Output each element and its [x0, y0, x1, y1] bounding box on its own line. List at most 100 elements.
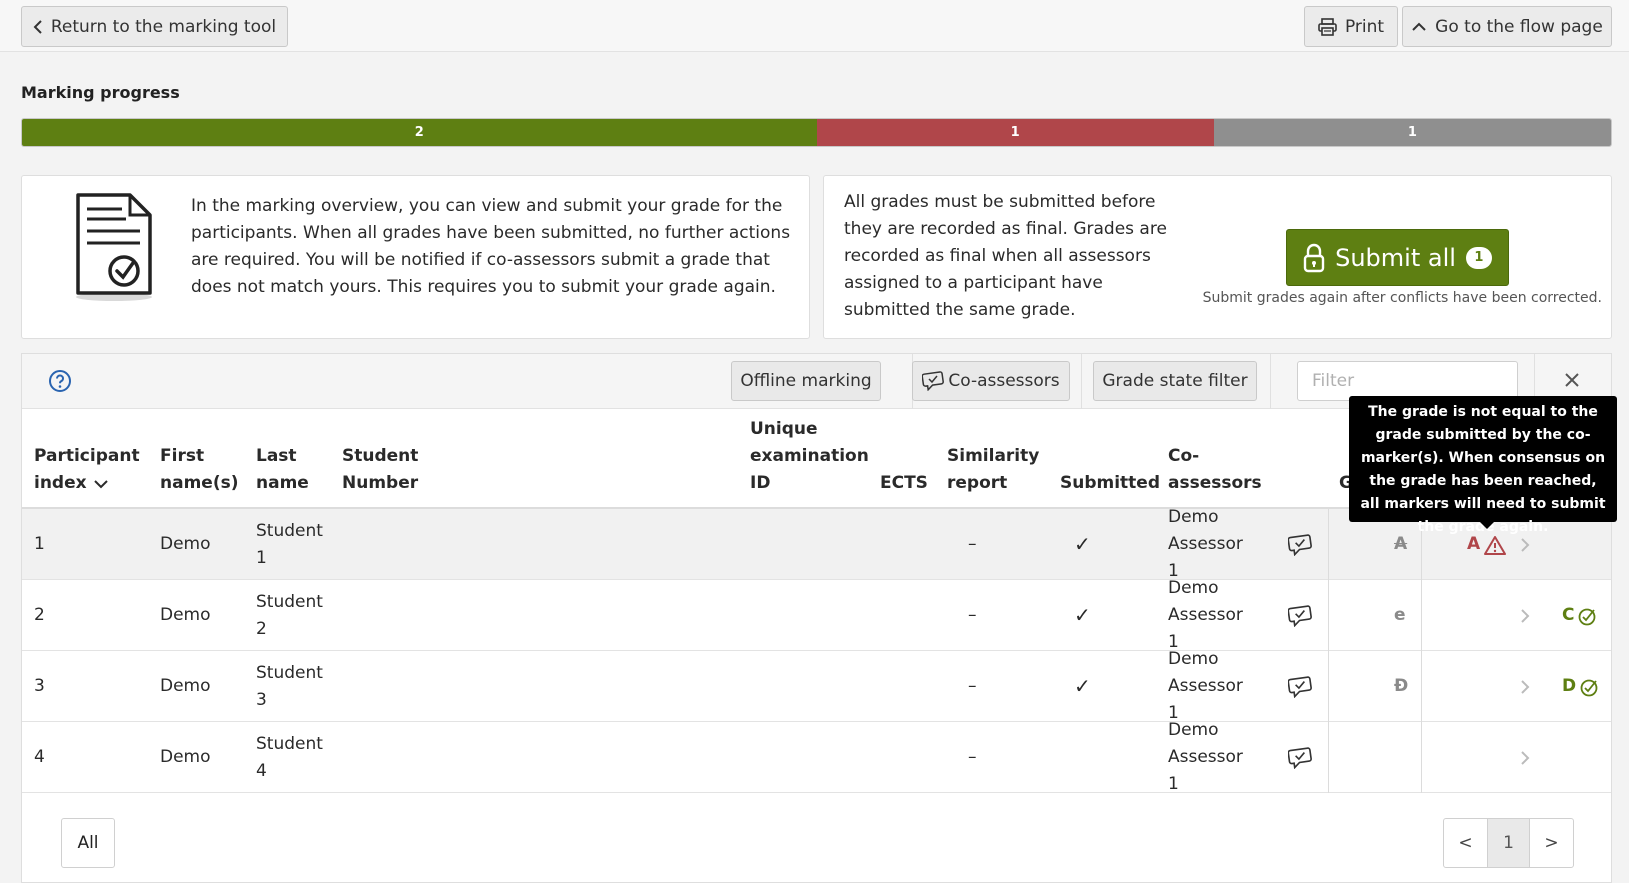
- submit-card: All grades must be submitted before they…: [823, 175, 1612, 339]
- check-circle-icon: [1577, 606, 1597, 626]
- last-name: Student 4: [256, 733, 323, 781]
- close-icon[interactable]: [1563, 371, 1581, 394]
- go-to-flow-page-button[interactable]: Go to the flow page: [1402, 6, 1612, 47]
- co-assessor-name: Demo Assessor 1: [1168, 507, 1243, 581]
- column-divider: [1328, 580, 1329, 651]
- column-header-participant-index[interactable]: Participant index: [34, 409, 154, 507]
- final-grade: C: [1562, 580, 1597, 651]
- next-page-button[interactable]: >: [1530, 819, 1573, 867]
- column-divider: [1421, 722, 1422, 793]
- column-header-unique-examination-id[interactable]: Unique examination ID: [750, 409, 869, 507]
- progress-segment-conflict: 1: [816, 119, 1214, 146]
- final-grade: D: [1562, 651, 1599, 722]
- progress-segment-submitted: 2: [22, 119, 817, 146]
- help-icon[interactable]: [48, 369, 72, 398]
- last-name: Student 2: [256, 591, 323, 639]
- participant-index: 2: [34, 605, 45, 625]
- column-divider: [1328, 651, 1329, 722]
- unlock-icon: [1303, 243, 1325, 273]
- column-header-ects[interactable]: ECTS: [880, 409, 940, 507]
- submit-note: Submit grades again after conflicts have…: [1202, 290, 1602, 306]
- column-divider: [1328, 722, 1329, 793]
- pagination: < 1 >: [1443, 818, 1574, 868]
- comment-check-icon: [922, 371, 945, 391]
- column-header-similarity-report[interactable]: Similarity report: [947, 409, 1047, 507]
- participant-index: 3: [34, 676, 45, 696]
- previous-grade: e: [1394, 605, 1406, 625]
- column-header-last-name[interactable]: Last name: [256, 409, 336, 507]
- column-divider: [1421, 651, 1422, 722]
- table-row[interactable]: 3 Demo Student 3 – ✓ Demo Assessor 1 Đ D: [22, 649, 1611, 723]
- participant-index: 1: [34, 534, 45, 554]
- previous-grade: Đ: [1394, 676, 1409, 696]
- first-name: Demo: [160, 605, 211, 625]
- table-row[interactable]: 4 Demo Student 4 – Demo Assessor 1: [22, 720, 1611, 794]
- print-label: Print: [1344, 16, 1385, 37]
- comment-check-icon[interactable]: [1288, 722, 1312, 793]
- participant-index: 4: [34, 747, 45, 767]
- offline-marking-label: Offline marking: [740, 371, 872, 391]
- info-card: In the marking overview, you can view an…: [21, 175, 810, 339]
- document-check-icon: [74, 191, 154, 308]
- previous-page-button[interactable]: <: [1444, 819, 1487, 867]
- comment-check-icon[interactable]: [1288, 580, 1312, 651]
- submit-count-badge: 1: [1465, 246, 1492, 269]
- column-header-co-assessors[interactable]: Co-assessors: [1168, 409, 1268, 507]
- chevron-right-icon[interactable]: [1520, 651, 1530, 722]
- submit-explanation-text: All grades must be submitted before they…: [844, 192, 1167, 320]
- top-bar: Return to the marking tool Print Go to t…: [0, 0, 1629, 52]
- chevron-down-icon: [94, 480, 108, 489]
- first-name: Demo: [160, 534, 211, 554]
- column-divider: [1328, 509, 1329, 580]
- chevron-left-icon: [33, 19, 43, 35]
- print-button[interactable]: Print: [1304, 6, 1398, 47]
- grade-state-filter-label: Grade state filter: [1102, 371, 1248, 391]
- last-name: Student 1: [256, 520, 323, 568]
- printer-icon: [1318, 17, 1337, 36]
- submit-all-button[interactable]: Submit all 1: [1286, 229, 1509, 286]
- column-header-first-name[interactable]: First name(s): [160, 409, 250, 507]
- return-to-marking-tool-button[interactable]: Return to the marking tool: [21, 6, 288, 47]
- column-divider: [1421, 580, 1422, 651]
- check-circle-icon: [1579, 677, 1599, 697]
- current-page-button[interactable]: 1: [1487, 819, 1530, 867]
- column-header-student-number[interactable]: Student Number: [342, 409, 442, 507]
- grade-conflict-tooltip: The grade is not equal to the grade subm…: [1349, 396, 1617, 535]
- similarity-report: –: [968, 605, 977, 625]
- co-assessors-button[interactable]: Co-assessors: [912, 361, 1070, 401]
- co-assessor-name: Demo Assessor 1: [1168, 720, 1243, 794]
- submitted-check: ✓: [1074, 674, 1091, 698]
- co-assessor-name: Demo Assessor 1: [1168, 578, 1243, 652]
- chevron-right-icon[interactable]: [1520, 580, 1530, 651]
- co-assessors-label: Co-assessors: [948, 371, 1060, 391]
- chevron-up-icon: [1411, 22, 1427, 32]
- similarity-report: –: [968, 534, 977, 554]
- toolbar-separator: [1270, 354, 1271, 409]
- submitted-check: ✓: [1074, 603, 1091, 627]
- marking-progress-bar: 2 1 1: [21, 118, 1612, 147]
- first-name: Demo: [160, 747, 211, 767]
- tooltip-arrow: [1478, 520, 1496, 529]
- toolbar-separator: [1081, 354, 1082, 409]
- submit-all-label: Submit all: [1335, 243, 1456, 272]
- comment-check-icon[interactable]: [1288, 509, 1312, 580]
- table-row[interactable]: 2 Demo Student 2 – ✓ Demo Assessor 1 e C: [22, 578, 1611, 652]
- co-assessor-name: Demo Assessor 1: [1168, 649, 1243, 723]
- column-header-submitted[interactable]: Submitted: [1060, 409, 1160, 507]
- submitted-check: ✓: [1074, 532, 1091, 556]
- filter-input[interactable]: [1297, 361, 1518, 401]
- last-name: Student 3: [256, 662, 323, 710]
- comment-check-icon[interactable]: [1288, 651, 1312, 722]
- grade-state-filter-button[interactable]: Grade state filter: [1093, 361, 1257, 401]
- progress-segment-not-submitted: 1: [1213, 119, 1611, 146]
- first-name: Demo: [160, 676, 211, 696]
- marking-overview-info-text: In the marking overview, you can view an…: [191, 196, 791, 297]
- similarity-report: –: [968, 747, 977, 767]
- return-label: Return to the marking tool: [50, 16, 277, 37]
- marking-progress-title: Marking progress: [21, 83, 180, 102]
- flow-label: Go to the flow page: [1435, 16, 1603, 37]
- offline-marking-button[interactable]: Offline marking: [731, 361, 881, 401]
- chevron-right-icon[interactable]: [1520, 722, 1530, 793]
- page-size-all-button[interactable]: All: [61, 818, 115, 868]
- similarity-report: –: [968, 676, 977, 696]
